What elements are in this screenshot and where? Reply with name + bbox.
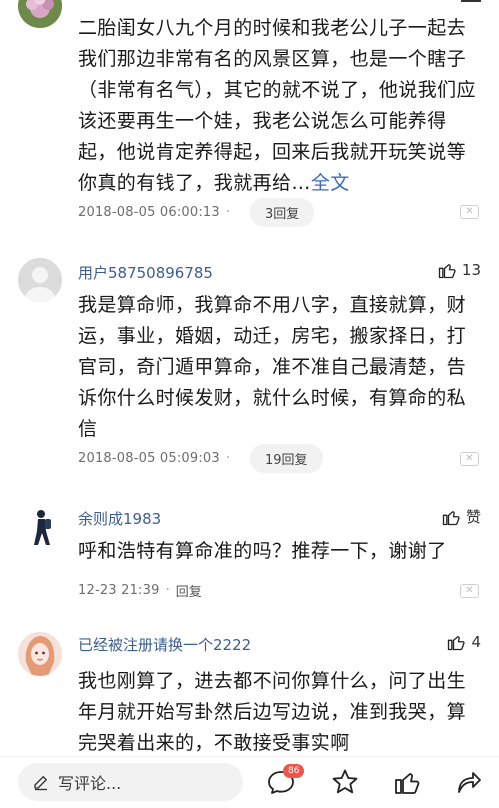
bottom-action-bar: 写评论... 86 (0, 756, 499, 808)
thumbs-up-icon (395, 773, 420, 794)
comment-text: 呼和浩特有算命准的吗？推荐一下，谢谢了 (78, 540, 447, 562)
close-icon[interactable]: ✕ (460, 205, 479, 219)
thumbs-up-icon (438, 264, 456, 279)
comment-count-badge: 86 (283, 764, 305, 778)
like-count: 13 (461, 261, 481, 279)
comment-time: 2018-08-05 05:09:03 (78, 451, 220, 466)
reply-button[interactable]: 回复 (176, 581, 202, 600)
like-label: 赞 (465, 508, 481, 526)
comment-text: 二胎闺女八九个月的时候和我老公儿子一起去我们那边非常有名的风景区算，也是一个瞎子… (78, 17, 476, 194)
share-icon (458, 772, 481, 793)
full-text-link[interactable]: 全文 (311, 172, 350, 194)
flower-avatar-icon (18, 0, 62, 28)
share-button[interactable] (453, 767, 483, 797)
girl-avatar-icon (18, 632, 62, 676)
username[interactable]: 用户58750896785 (78, 262, 213, 283)
comment-time: 12-23 21:39 (78, 583, 160, 598)
like-button[interactable]: 赞 (441, 506, 481, 527)
favorite-button[interactable] (330, 767, 360, 797)
write-comment-input[interactable]: 写评论... (18, 763, 243, 801)
like-button[interactable]: 13 (437, 260, 481, 280)
comment-meta: 2018-08-05 05:09:03 · 19回复 (78, 444, 323, 473)
like-article-button[interactable] (392, 767, 422, 797)
like-icon-partial[interactable] (461, 0, 481, 2)
default-avatar-icon (18, 258, 62, 302)
hiker-avatar-icon (18, 505, 62, 549)
thumbs-up-icon (448, 636, 466, 651)
reply-count-button[interactable]: 3回复 (250, 198, 315, 227)
close-icon[interactable]: ✕ (460, 584, 479, 598)
username[interactable]: 余则成1983 (78, 508, 161, 529)
avatar[interactable] (18, 258, 62, 302)
reply-count-button[interactable]: 19回复 (250, 444, 323, 473)
write-comment-placeholder: 写评论... (58, 774, 122, 793)
avatar[interactable] (18, 632, 62, 676)
comment-meta: 12-23 21:39 · 回复 (78, 581, 202, 600)
username[interactable]: 已经被注册请换一个2222 (78, 634, 251, 655)
like-button[interactable]: 4 (446, 632, 481, 652)
thumbs-up-icon (442, 510, 460, 525)
close-icon[interactable]: ✕ (460, 452, 479, 466)
comment-time: 2018-08-05 06:00:13 (78, 205, 220, 220)
avatar[interactable] (18, 0, 62, 28)
avatar[interactable] (18, 505, 62, 549)
comment-text: 我是算命师，我算命不用八字，直接就算，财运，事业，婚姻，动迁，房宅，搬家择日，打… (78, 294, 467, 440)
like-count: 4 (471, 633, 481, 651)
edit-icon (34, 776, 47, 791)
star-icon (332, 769, 358, 794)
comment-meta: 2018-08-05 06:00:13 · 3回复 (78, 198, 315, 227)
comment-text: 我也刚算了，进去都不问你算什么，问了出生年月就开始写卦然后边写边说，准到我哭，算… (78, 670, 467, 754)
